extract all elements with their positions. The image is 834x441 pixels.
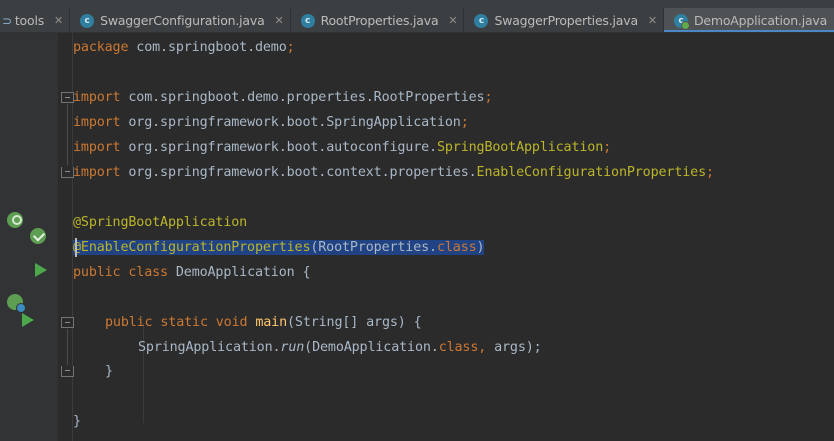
keyword: import (73, 90, 121, 105)
code-line-3[interactable]: import com.springboot.demo.properties.Ro… (73, 85, 834, 110)
spring-config-icon[interactable] (30, 228, 46, 244)
class-declaration: DemoApplication { (167, 265, 311, 280)
folder-icon: ⊃ (2, 13, 12, 28)
semicolon: ; (484, 90, 493, 105)
tab-swagger-properties[interactable]: c SwaggerProperties.java ✕ (464, 8, 664, 32)
tab-label: SwaggerConfiguration.java (100, 13, 265, 28)
code-line-6[interactable]: import org.springframework.boot.context.… (73, 160, 834, 185)
fold-guide (67, 329, 68, 365)
keyword: class, (438, 340, 487, 355)
code-line-5[interactable]: import org.springframework.boot.autoconf… (73, 135, 834, 160)
import-path: org.springframework.boot.context.propert… (120, 165, 477, 180)
semicolon: ; (603, 140, 612, 155)
close-icon[interactable]: ✕ (648, 14, 657, 27)
tab-label: tools (14, 13, 45, 28)
code-line-4[interactable]: import org.springframework.boot.SpringAp… (73, 110, 834, 135)
annotation: @SpringBootApplication (73, 215, 248, 230)
code-editor[interactable]: package com.springboot.demo; import com.… (73, 33, 834, 441)
call-args: (DemoApplication. (304, 340, 439, 355)
import-path: org.springframework.boot.autoconfigure. (120, 140, 437, 155)
run-class-icon[interactable] (35, 263, 47, 277)
code-line-9[interactable]: @EnableConfigurationProperties(RootPrope… (73, 235, 834, 260)
code-line-8[interactable]: @SpringBootApplication (73, 210, 834, 235)
keyword: class (436, 240, 477, 255)
tab-label: SwaggerProperties.java (494, 13, 638, 28)
text-caret (75, 238, 77, 257)
tab-label: RootProperties.java (320, 13, 439, 28)
code-line-16[interactable]: } (73, 409, 834, 434)
close-icon[interactable]: ✕ (448, 14, 457, 27)
keyword: public class (73, 265, 168, 280)
editor-gutter (0, 33, 58, 441)
paren: ) (476, 240, 485, 255)
tab-demo-application[interactable]: c DemoApplication.java ✕ (663, 8, 834, 32)
keyword: import (73, 115, 121, 130)
closing-brace: } (105, 364, 113, 379)
spring-class-icon: c (673, 13, 690, 30)
annotation-type: SpringBootApplication (436, 140, 604, 155)
editor-tab-bar: ⊃ tools ✕ c SwaggerConfiguration.java ✕ … (0, 0, 834, 33)
spring-boot-app-icon[interactable] (7, 294, 26, 313)
class-icon: c (300, 13, 315, 28)
import-path: org.springframework.boot.SpringApplicati… (120, 115, 461, 130)
static-method-call: run (280, 340, 305, 355)
code-line-12[interactable]: public static void main(String[] args) { (105, 310, 834, 335)
class-ref: SpringApplication. (138, 340, 281, 355)
method-signature: (String[] args) { (287, 315, 422, 330)
semicolon: ; (286, 40, 295, 55)
annotation-type: EnableConfigurationProperties (476, 165, 707, 180)
class-icon: c (80, 13, 95, 28)
annotation-args: (RootProperties. (310, 240, 437, 255)
code-line-14[interactable]: } (105, 359, 834, 384)
import-path: com.springboot.demo.properties.RootPrope… (120, 90, 485, 105)
tab-list: ⊃ tools ✕ c SwaggerConfiguration.java ✕ … (0, 8, 834, 32)
call-args-end: args); (486, 340, 542, 355)
code-line-13[interactable]: SpringApplication.run(DemoApplication.cl… (138, 335, 834, 360)
semicolon: ; (705, 165, 714, 180)
closing-brace: } (73, 414, 81, 429)
method-name: main (255, 315, 287, 330)
class-icon: c (474, 13, 489, 28)
run-main-icon[interactable] (22, 313, 34, 327)
package-name: com.springboot.demo (128, 40, 287, 55)
code-line-10[interactable]: public class DemoApplication { (73, 260, 834, 285)
keyword: import (73, 165, 121, 180)
code-line-1[interactable]: package com.springboot.demo; (73, 35, 834, 60)
selection-highlight: @EnableConfigurationProperties(RootPrope… (73, 240, 485, 255)
spring-bean-icon[interactable] (7, 212, 23, 228)
close-icon[interactable]: ✕ (275, 14, 284, 27)
fold-guide (67, 104, 68, 166)
annotation: @EnableConfigurationProperties (73, 240, 311, 255)
keyword: public static void (105, 315, 248, 330)
tab-root-properties[interactable]: c RootProperties.java ✕ (291, 8, 465, 32)
tab-swagger-configuration[interactable]: c SwaggerConfiguration.java ✕ (70, 8, 291, 32)
tab-tools[interactable]: ⊃ tools ✕ (0, 8, 71, 32)
tab-label: DemoApplication.java (693, 13, 828, 28)
close-icon[interactable]: ✕ (54, 14, 63, 27)
keyword: package (73, 40, 129, 55)
semicolon: ; (460, 115, 469, 130)
keyword: import (73, 140, 121, 155)
